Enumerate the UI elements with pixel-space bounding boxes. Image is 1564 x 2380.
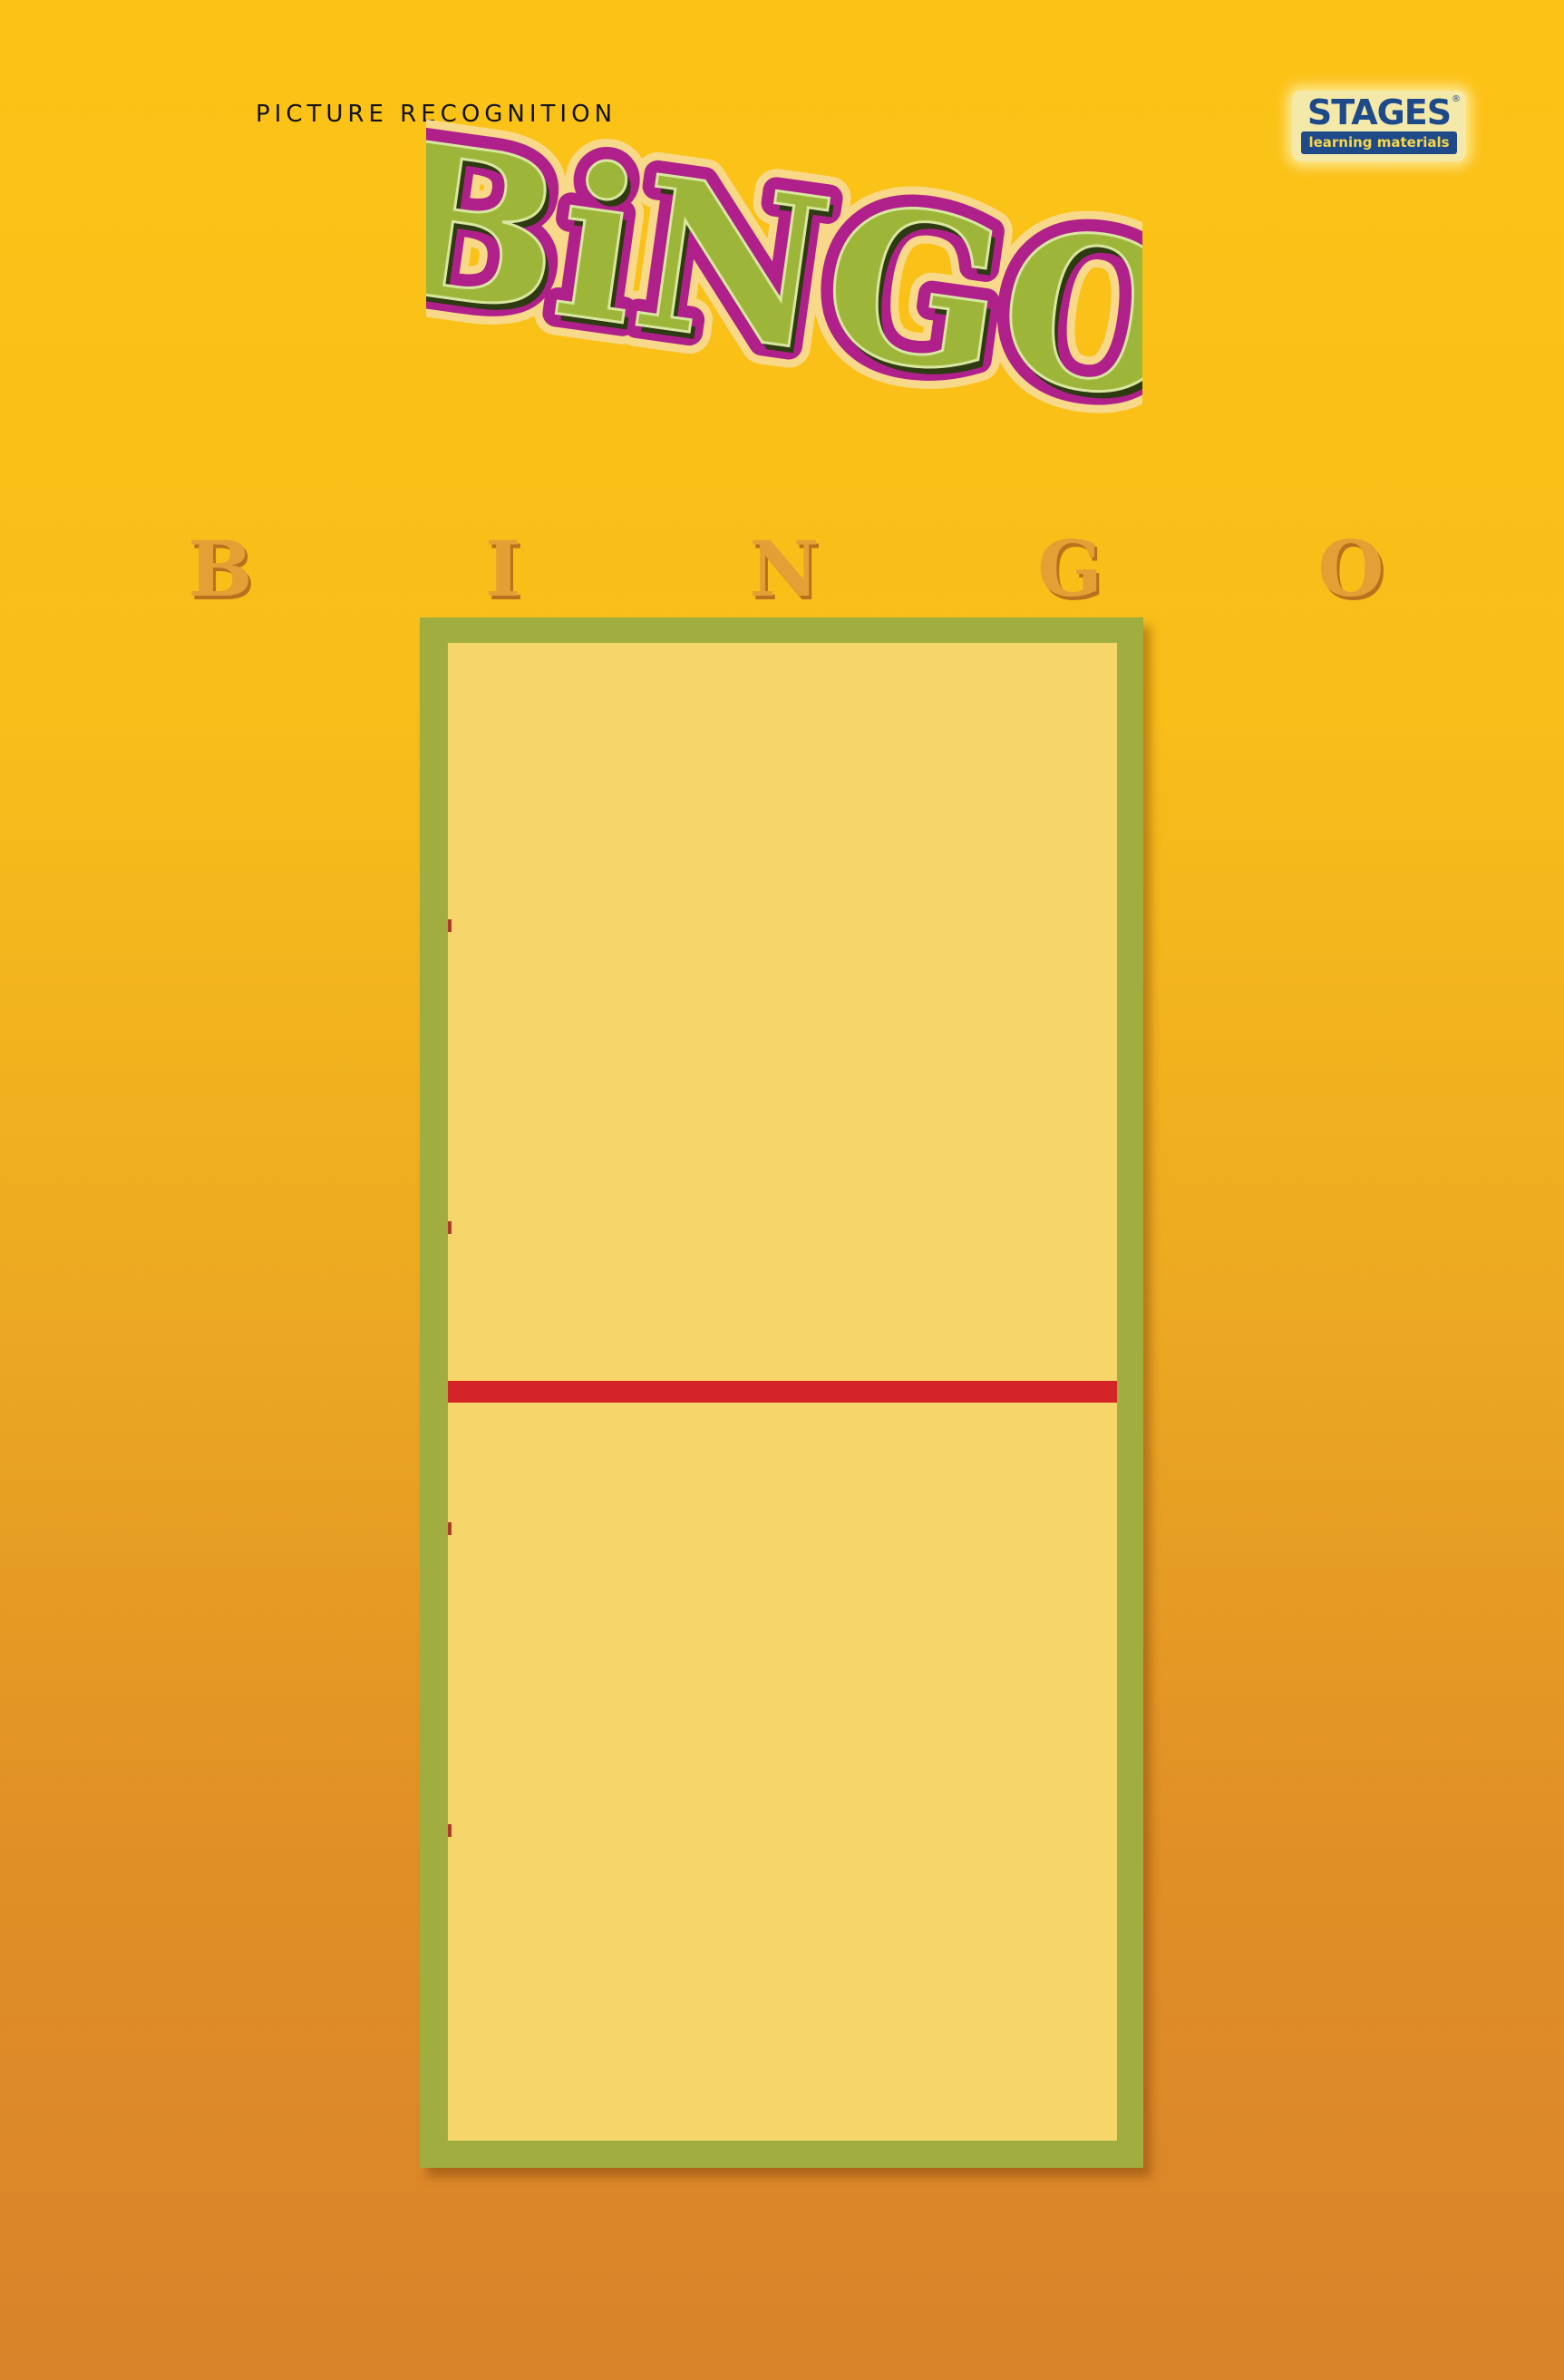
column-letter-b: B bbox=[188, 524, 253, 614]
column-letter-i: I bbox=[485, 524, 521, 614]
row-marker bbox=[448, 1824, 452, 1837]
center-divider-bar bbox=[448, 1381, 1117, 1403]
brand-registered-mark: ® bbox=[1452, 94, 1461, 104]
row-marker bbox=[448, 1221, 452, 1234]
stages-brand-logo: STAGES ® learning materials bbox=[1292, 91, 1466, 161]
column-letter-n: N bbox=[749, 524, 820, 614]
row-marker bbox=[448, 1522, 452, 1535]
bingo-card-grid bbox=[448, 643, 1117, 2141]
bingo-card-frame bbox=[420, 617, 1143, 2168]
column-letter-g: G bbox=[1037, 524, 1103, 614]
column-letter-o: O bbox=[1317, 524, 1384, 614]
bingo-logo: BiNGO BiNGO BiNGO BiNGO bbox=[426, 86, 1142, 449]
bingo-board-page: PICTURE RECOGNITION BiNGO BiNGO BiNGO Bi… bbox=[0, 0, 1564, 2380]
brand-name: STAGES bbox=[1307, 92, 1452, 132]
brand-tagline: learning materials bbox=[1301, 131, 1457, 154]
row-marker bbox=[448, 919, 452, 932]
